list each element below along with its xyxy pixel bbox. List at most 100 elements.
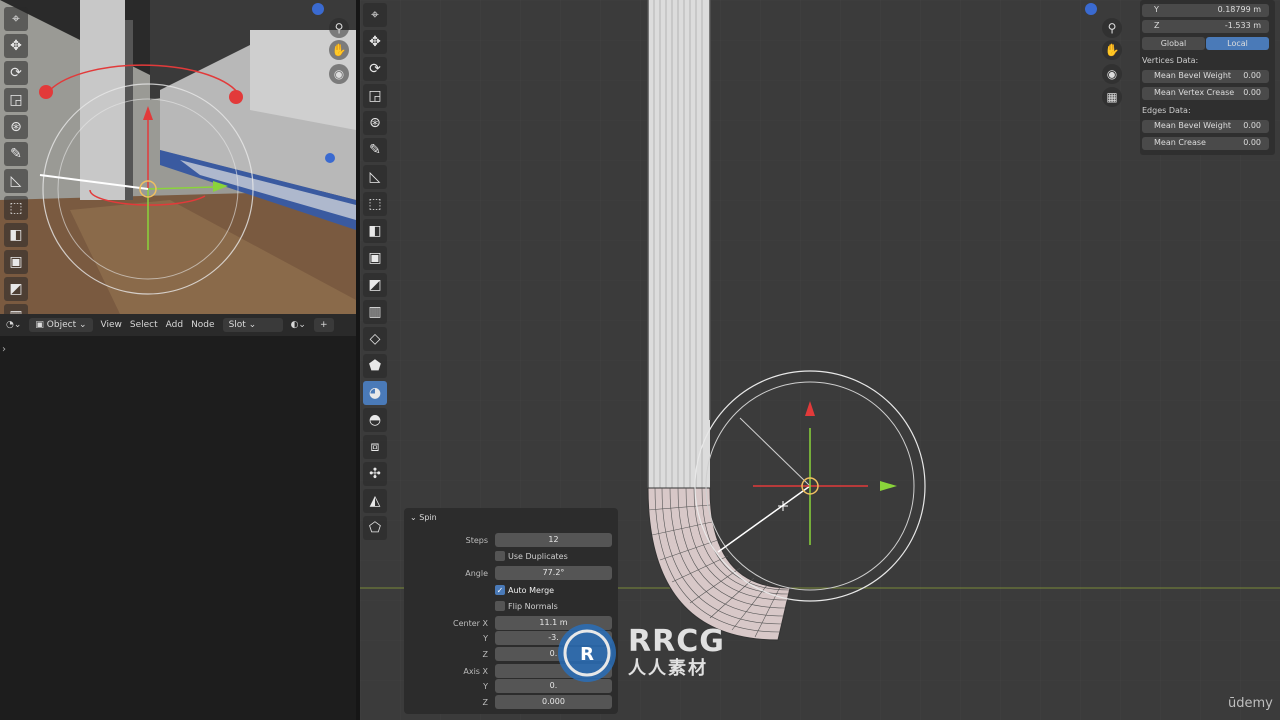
knife-icon[interactable]: ◇ xyxy=(363,327,387,351)
y-label: Y xyxy=(1154,5,1159,14)
axis-x-label: Axis X xyxy=(463,667,488,676)
watermark-logo-icon: R xyxy=(558,624,616,682)
cursor-icon[interactable]: ⌖ xyxy=(363,3,387,27)
measure-icon[interactable]: ◺ xyxy=(363,165,387,189)
add-cube-icon[interactable]: ⬚ xyxy=(4,196,28,220)
mean-crease-field[interactable]: Mean Crease 0.00 xyxy=(1142,137,1269,150)
axis-z-field[interactable]: 0.000 xyxy=(495,695,612,709)
use-duplicates-label: Use Duplicates xyxy=(508,551,568,561)
mean-crease-label: Mean Crease xyxy=(1154,138,1206,147)
spin-title: Spin xyxy=(419,513,437,522)
steps-label: Steps xyxy=(465,536,488,545)
transform-icon[interactable]: ⊛ xyxy=(4,115,28,139)
add-cube-icon[interactable]: ⬚ xyxy=(363,192,387,216)
menu-node[interactable]: Node xyxy=(191,320,215,330)
watermark-small-text: 人人素材 xyxy=(628,658,708,679)
shrink-fatten-icon[interactable]: ⬠ xyxy=(363,516,387,540)
left-viewport-scene xyxy=(0,0,356,314)
local-label: Local xyxy=(1227,39,1248,48)
global-label: Global xyxy=(1160,39,1187,48)
poly-build-icon[interactable]: ⬟ xyxy=(363,354,387,378)
smooth-icon[interactable]: ◓ xyxy=(363,408,387,432)
expand-arrow-icon[interactable]: › xyxy=(2,344,6,355)
mode-select[interactable]: ▣ Object ⌄ xyxy=(29,318,93,332)
slot-label: Slot xyxy=(228,320,246,330)
hand-icon[interactable]: ✋ xyxy=(329,40,349,60)
measure-icon[interactable]: ◺ xyxy=(4,169,28,193)
steps-field[interactable]: 12 xyxy=(495,533,612,547)
extrude-icon[interactable]: ◧ xyxy=(363,219,387,243)
global-button[interactable]: Global xyxy=(1142,37,1205,50)
udemy-logo: ūdemy xyxy=(1228,696,1273,711)
cursor-icon[interactable]: ⌖ xyxy=(4,7,28,31)
main-toolbar: ⌖ ✥ ⟳ ◲ ⊛ ✎ ◺ ⬚ ◧ ▣ ◩ ▥ ◇ ⬟ ◕ ◓ ⧈ ✣ ◭ ⬠ xyxy=(363,0,393,543)
move-icon[interactable]: ✥ xyxy=(4,34,28,58)
mean-vertex-crease-label: Mean Vertex Crease xyxy=(1154,88,1235,97)
flip-normals-box[interactable] xyxy=(495,601,505,611)
inset-icon[interactable]: ▣ xyxy=(4,250,28,274)
axis-z-label: Z xyxy=(482,698,488,707)
rip-icon[interactable]: ◭ xyxy=(363,489,387,513)
scale-icon[interactable]: ◲ xyxy=(363,84,387,108)
rotate-icon[interactable]: ⟳ xyxy=(363,57,387,81)
auto-merge-box[interactable]: ✓ xyxy=(495,585,505,595)
material-icon[interactable]: ◐⌄ xyxy=(291,320,306,330)
center-z-label: Z xyxy=(482,650,488,659)
local-button[interactable]: Local xyxy=(1206,37,1269,50)
transform-icon[interactable]: ⊛ xyxy=(363,111,387,135)
angle-field[interactable]: 77.2° xyxy=(495,566,612,580)
mode-label: Object xyxy=(46,320,77,330)
spin-panel-header[interactable]: ⌄ Spin xyxy=(410,513,437,522)
mean-vertex-crease-value: 0.00 xyxy=(1243,88,1261,97)
angle-label: Angle xyxy=(465,569,488,578)
y-field[interactable]: Y 0.18799 m xyxy=(1142,4,1269,17)
annotate-icon[interactable]: ✎ xyxy=(4,142,28,166)
move-icon[interactable]: ✥ xyxy=(363,30,387,54)
hand-icon[interactable]: ✋ xyxy=(1102,40,1122,60)
use-duplicates-checkbox[interactable]: Use Duplicates xyxy=(495,551,568,561)
auto-merge-checkbox[interactable]: ✓ Auto Merge xyxy=(495,585,554,595)
zoom-icon[interactable]: ⚲ xyxy=(1102,18,1122,38)
loop-cut-icon[interactable]: ▥ xyxy=(4,304,28,314)
z-field[interactable]: Z -1.533 m xyxy=(1142,20,1269,33)
mean-bevel-weight-field[interactable]: Mean Bevel Weight 0.00 xyxy=(1142,70,1269,83)
item-properties-panel: Y 0.18799 m Z -1.533 m Global Local Vert… xyxy=(1140,0,1275,155)
menu-add[interactable]: Add xyxy=(166,320,183,330)
z-label: Z xyxy=(1154,21,1160,30)
inset-icon[interactable]: ▣ xyxy=(363,246,387,270)
camera-icon[interactable]: ◉ xyxy=(329,64,349,84)
auto-merge-label: Auto Merge xyxy=(508,585,555,595)
left-3d-viewport[interactable]: ⌖ ✥ ⟳ ◲ ⊛ ✎ ◺ ⬚ ◧ ▣ ◩ ▥ ⚲ ✋ ◉ xyxy=(0,0,356,314)
bevel-icon[interactable]: ◩ xyxy=(363,273,387,297)
watermark-big-text: RRCG xyxy=(628,624,725,659)
menu-view[interactable]: View xyxy=(101,320,122,330)
menu-select[interactable]: Select xyxy=(130,320,158,330)
edge-bevel-weight-field[interactable]: Mean Bevel Weight 0.00 xyxy=(1142,120,1269,133)
slot-select[interactable]: Slot ⌄ xyxy=(222,318,283,332)
mean-bevel-weight-value: 0.00 xyxy=(1243,71,1261,80)
bevel-icon[interactable]: ◩ xyxy=(4,277,28,301)
axis-y-label: Y xyxy=(483,682,488,691)
zoom-icon[interactable]: ⚲ xyxy=(329,18,349,38)
vertices-data-header: Vertices Data: xyxy=(1142,56,1199,65)
spin-tool-icon[interactable]: ◕ xyxy=(363,381,387,405)
rotate-icon[interactable]: ⟳ xyxy=(4,61,28,85)
scale-icon[interactable]: ◲ xyxy=(4,88,28,112)
node-editor-area[interactable]: › xyxy=(0,336,356,720)
editor-type-icon[interactable]: ◔⌄ xyxy=(6,320,21,330)
watermark: R RRCG 人人素材 xyxy=(556,622,725,684)
to-sphere-icon[interactable]: ✣ xyxy=(363,462,387,486)
camera-icon[interactable]: ◉ xyxy=(1102,64,1122,84)
flip-normals-checkbox[interactable]: Flip Normals xyxy=(495,601,558,611)
shear-icon[interactable]: ⧈ xyxy=(363,435,387,459)
center-x-label: Center X xyxy=(453,619,488,628)
extrude-icon[interactable]: ◧ xyxy=(4,223,28,247)
mean-vertex-crease-field[interactable]: Mean Vertex Crease 0.00 xyxy=(1142,87,1269,100)
loop-cut-icon[interactable]: ▥ xyxy=(363,300,387,324)
grid-view-icon[interactable]: ▦ xyxy=(1102,87,1122,107)
use-duplicates-box[interactable] xyxy=(495,551,505,561)
annotate-icon[interactable]: ✎ xyxy=(363,138,387,162)
z-value: -1.533 m xyxy=(1224,21,1261,30)
center-y-label: Y xyxy=(483,634,488,643)
add-material-icon[interactable]: + xyxy=(313,318,334,332)
